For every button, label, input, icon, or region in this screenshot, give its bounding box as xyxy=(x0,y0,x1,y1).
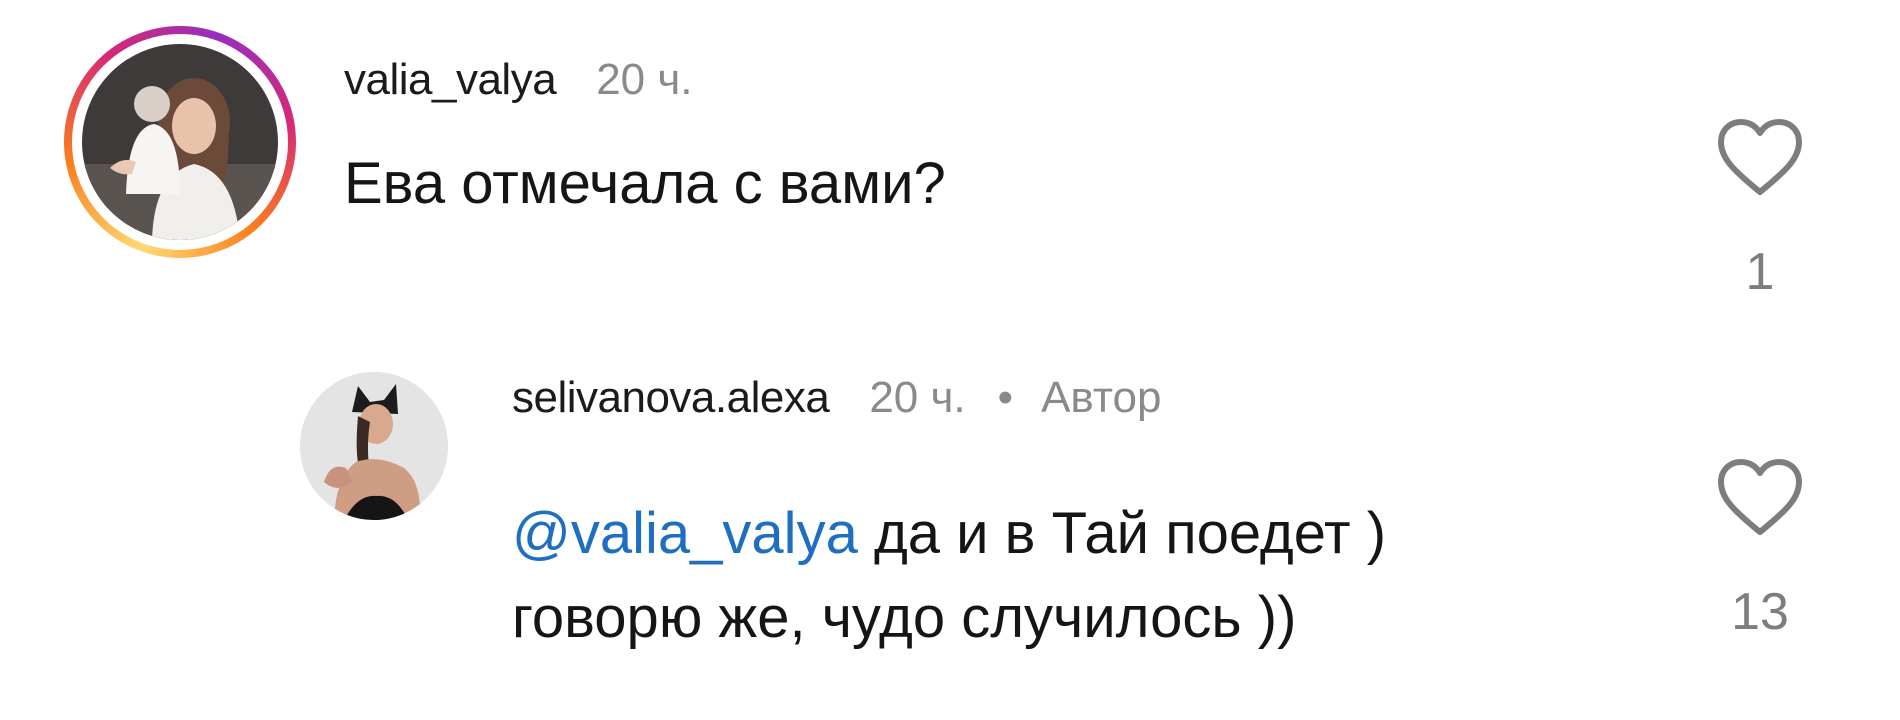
reply-text-part: да и в Тай поедет ) xyxy=(873,501,1387,566)
reply-timestamp: 20 ч. xyxy=(869,373,966,422)
reply-text-line: @valia_valya да и в Тай поедет ) xyxy=(512,492,1386,576)
story-ring-avatar[interactable] xyxy=(64,26,296,258)
avatar xyxy=(82,44,278,240)
comment-timestamp: 20 ч. xyxy=(596,55,693,104)
reply-meta: selivanova.alexa 20 ч. • Автор xyxy=(512,372,1161,424)
reply-text: @valia_valya да и в Тай поедет ) говорю … xyxy=(512,492,1386,660)
mention-link[interactable]: @valia_valya xyxy=(512,501,858,566)
author-badge: Автор xyxy=(1041,373,1162,422)
like-count: 13 xyxy=(1731,583,1789,641)
like-count: 1 xyxy=(1745,243,1775,301)
username-link[interactable]: selivanova.alexa xyxy=(512,372,830,424)
comment-item: valia_valya 20 ч. Ева отмечала с вами? 1 xyxy=(0,0,1900,320)
reply-text-line: говорю же, чудо случилось )) xyxy=(512,585,1297,650)
avatar[interactable] xyxy=(300,372,448,520)
like-control: 1 xyxy=(1700,118,1820,302)
like-control: 13 xyxy=(1700,458,1820,642)
meta-separator: • xyxy=(997,373,1014,422)
comments-screen: valia_valya 20 ч. Ева отмечала с вами? 1 xyxy=(0,0,1900,720)
comment-text: Ева отмечала с вами? xyxy=(344,151,946,216)
heart-outline-icon[interactable] xyxy=(1715,458,1805,538)
heart-outline-icon[interactable] xyxy=(1715,118,1805,198)
avatar-ring-gap xyxy=(72,34,288,250)
username-link[interactable]: valia_valya xyxy=(344,54,557,106)
reply-item: selivanova.alexa 20 ч. • Автор @valia_va… xyxy=(0,320,1900,720)
comment-meta: valia_valya 20 ч. xyxy=(344,54,693,106)
